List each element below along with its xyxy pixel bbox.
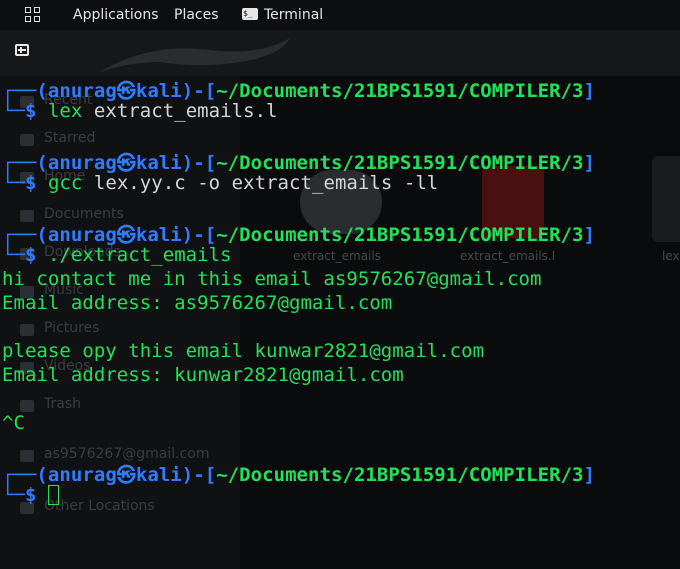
prompt-header: ┌──(anurag㉿kali)-[~/Documents/21BPS1591/… — [2, 80, 596, 102]
new-tab-icon[interactable] — [15, 44, 29, 56]
output-line: Email address: kunwar2821@gmail.com — [2, 364, 404, 386]
command-line: └─$ gcc lex.yy.c -o extract_emails -ll — [2, 172, 439, 194]
terminal-titlebar — [0, 30, 680, 76]
prompt-header: ┌──(anurag㉿kali)-[~/Documents/21BPS1591/… — [2, 152, 596, 174]
terminal-icon: $_ — [242, 8, 258, 20]
interrupt-line: ^C — [2, 412, 25, 434]
command-line: └─$ lex extract_emails.l — [2, 100, 278, 122]
applications-menu[interactable]: Applications — [73, 7, 159, 23]
kali-dragon-icon — [100, 38, 290, 72]
prompt-header: ┌──(anurag㉿kali)-[~/Documents/21BPS1591/… — [2, 224, 596, 246]
prompt-header: ┌──(anurag㉿kali)-[~/Documents/21BPS1591/… — [2, 464, 596, 486]
command-line: └─$ ./extract_emails — [2, 244, 232, 266]
command-line[interactable]: └─$ — [2, 484, 59, 506]
places-menu[interactable]: Places — [174, 7, 219, 23]
terminal-output[interactable]: ┌──(anurag㉿kali)-[~/Documents/21BPS1591/… — [0, 76, 680, 569]
terminal-menu[interactable]: Terminal — [264, 7, 323, 23]
text-cursor — [47, 485, 59, 505]
app-grid-icon[interactable] — [25, 7, 41, 23]
output-line: please opy this email kunwar2821@gmail.c… — [2, 340, 485, 362]
output-line: Email address: as9576267@gmail.com — [2, 292, 393, 314]
top-panel: Applications Places $_ Terminal — [0, 0, 680, 30]
output-line: hi contact me in this email as9576267@gm… — [2, 268, 542, 290]
